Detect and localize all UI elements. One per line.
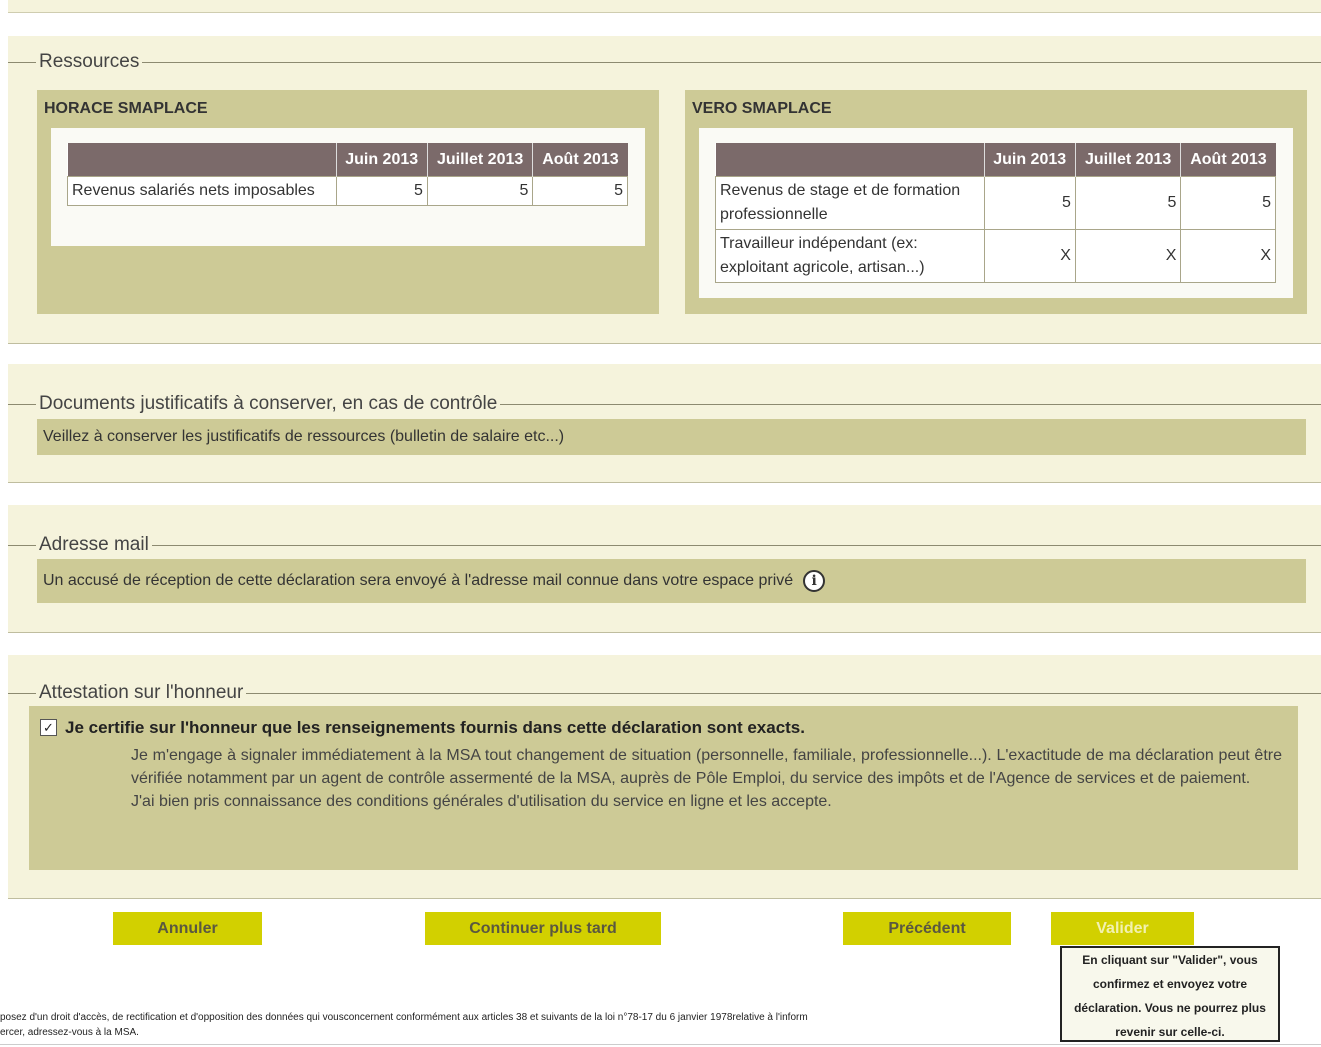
header-cell: Août 2013	[532, 143, 628, 177]
panel-vero: VERO SMAPLACE Juin 2013 Juillet 2013 Aoû…	[685, 90, 1307, 314]
value-cell: 5	[532, 176, 628, 206]
revenue-table-horace: Juin 2013 Juillet 2013 Août 2013 Revenus…	[67, 143, 628, 206]
info-icon[interactable]: i	[803, 569, 826, 592]
header-cell	[715, 143, 984, 177]
validate-button[interactable]: Valider	[1051, 912, 1194, 945]
documents-info: Veillez à conserver les justificatifs de…	[37, 419, 1306, 455]
value-cell: X	[983, 229, 1076, 283]
tooltip-line: déclaration. Vous ne pourrez plus	[1074, 1001, 1266, 1015]
mail-section: Adresse mail Un accusé de réception de c…	[8, 505, 1321, 633]
mail-info: Un accusé de réception de cette déclarat…	[37, 559, 1306, 603]
attestation-box: ✓ Je certifie sur l'honneur que les rens…	[29, 706, 1298, 870]
header-cell: Juillet 2013	[426, 143, 533, 177]
table-row: Revenus salariés nets imposables 5 5 5	[67, 176, 628, 206]
certify-checkbox[interactable]: ✓	[40, 719, 57, 736]
previous-button[interactable]: Précédent	[843, 912, 1011, 945]
row-label: Travailleur indépendant (ex: exploitant …	[715, 229, 985, 283]
header-cell	[67, 143, 336, 177]
value-cell: X	[1180, 229, 1276, 283]
documents-legend: Documents justificatifs à conserver, en …	[36, 393, 501, 415]
value-cell: 5	[1074, 176, 1182, 230]
legal-notice-line-1: posez d'un droit d'accès, de rectificati…	[0, 1012, 808, 1023]
header-cell: Juin 2013	[335, 143, 428, 177]
value-cell: 5	[426, 176, 534, 206]
bottom-divider	[0, 1044, 1321, 1045]
panel-horace: HORACE SMAPLACE Juin 2013 Juillet 2013 A…	[37, 90, 659, 314]
header-cell: Août 2013	[1180, 143, 1276, 177]
header-cell: Juillet 2013	[1074, 143, 1181, 177]
value-cell: 5	[1180, 176, 1276, 230]
ressources-legend: Ressources	[36, 51, 143, 73]
attestation-paragraph-2: J'ai bien pris connaissance des conditio…	[131, 793, 832, 810]
validate-tooltip: En cliquant sur "Valider", vous confirme…	[1060, 946, 1280, 1042]
legal-notice: posez d'un droit d'accès, de rectificati…	[0, 1010, 1060, 1040]
header-cell: Juin 2013	[983, 143, 1076, 177]
value-cell: 5	[983, 176, 1076, 230]
continue-later-button[interactable]: Continuer plus tard	[425, 912, 661, 945]
table-row: Travailleur indépendant (ex: exploitant …	[715, 229, 1276, 283]
table-row: Revenus de stage et de formation profess…	[715, 176, 1276, 230]
value-cell: 5	[335, 176, 428, 206]
revenue-table-vero: Juin 2013 Juillet 2013 Août 2013 Revenus…	[715, 143, 1276, 283]
value-cell: X	[1074, 229, 1182, 283]
tooltip-line: En cliquant sur "Valider", vous	[1082, 953, 1258, 967]
ressources-section: Ressources HORACE SMAPLACE Juin 2013 Jui…	[8, 36, 1321, 344]
row-label: Revenus salariés nets imposables	[67, 176, 337, 206]
previous-section-bottom	[8, 0, 1321, 13]
attestation-title: Je certifie sur l'honneur que les rensei…	[65, 718, 805, 737]
tooltip-line: confirmez et envoyez votre	[1092, 977, 1248, 991]
tooltip-line: revenir sur celle-ci.	[1115, 1025, 1225, 1039]
mail-legend: Adresse mail	[36, 534, 152, 556]
attestation-body: Je m'engage à signaler immédiatement à l…	[131, 744, 1282, 813]
attestation-legend: Attestation sur l'honneur	[36, 682, 247, 704]
panel-title-horace: HORACE SMAPLACE	[44, 100, 208, 117]
table-header-row: Juin 2013 Juillet 2013 Août 2013	[67, 143, 628, 177]
documents-section: Documents justificatifs à conserver, en …	[8, 364, 1321, 483]
mail-info-text: Un accusé de réception de cette déclarat…	[43, 572, 794, 589]
table-header-row: Juin 2013 Juillet 2013 Août 2013	[715, 143, 1276, 177]
legal-notice-line-2: ercer, adressez-vous à la MSA.	[0, 1027, 139, 1038]
cancel-button[interactable]: Annuler	[113, 912, 262, 945]
attestation-paragraph-1: Je m'engage à signaler immédiatement à l…	[131, 747, 1282, 787]
row-label: Revenus de stage et de formation profess…	[715, 176, 985, 230]
panel-title-vero: VERO SMAPLACE	[692, 100, 832, 117]
